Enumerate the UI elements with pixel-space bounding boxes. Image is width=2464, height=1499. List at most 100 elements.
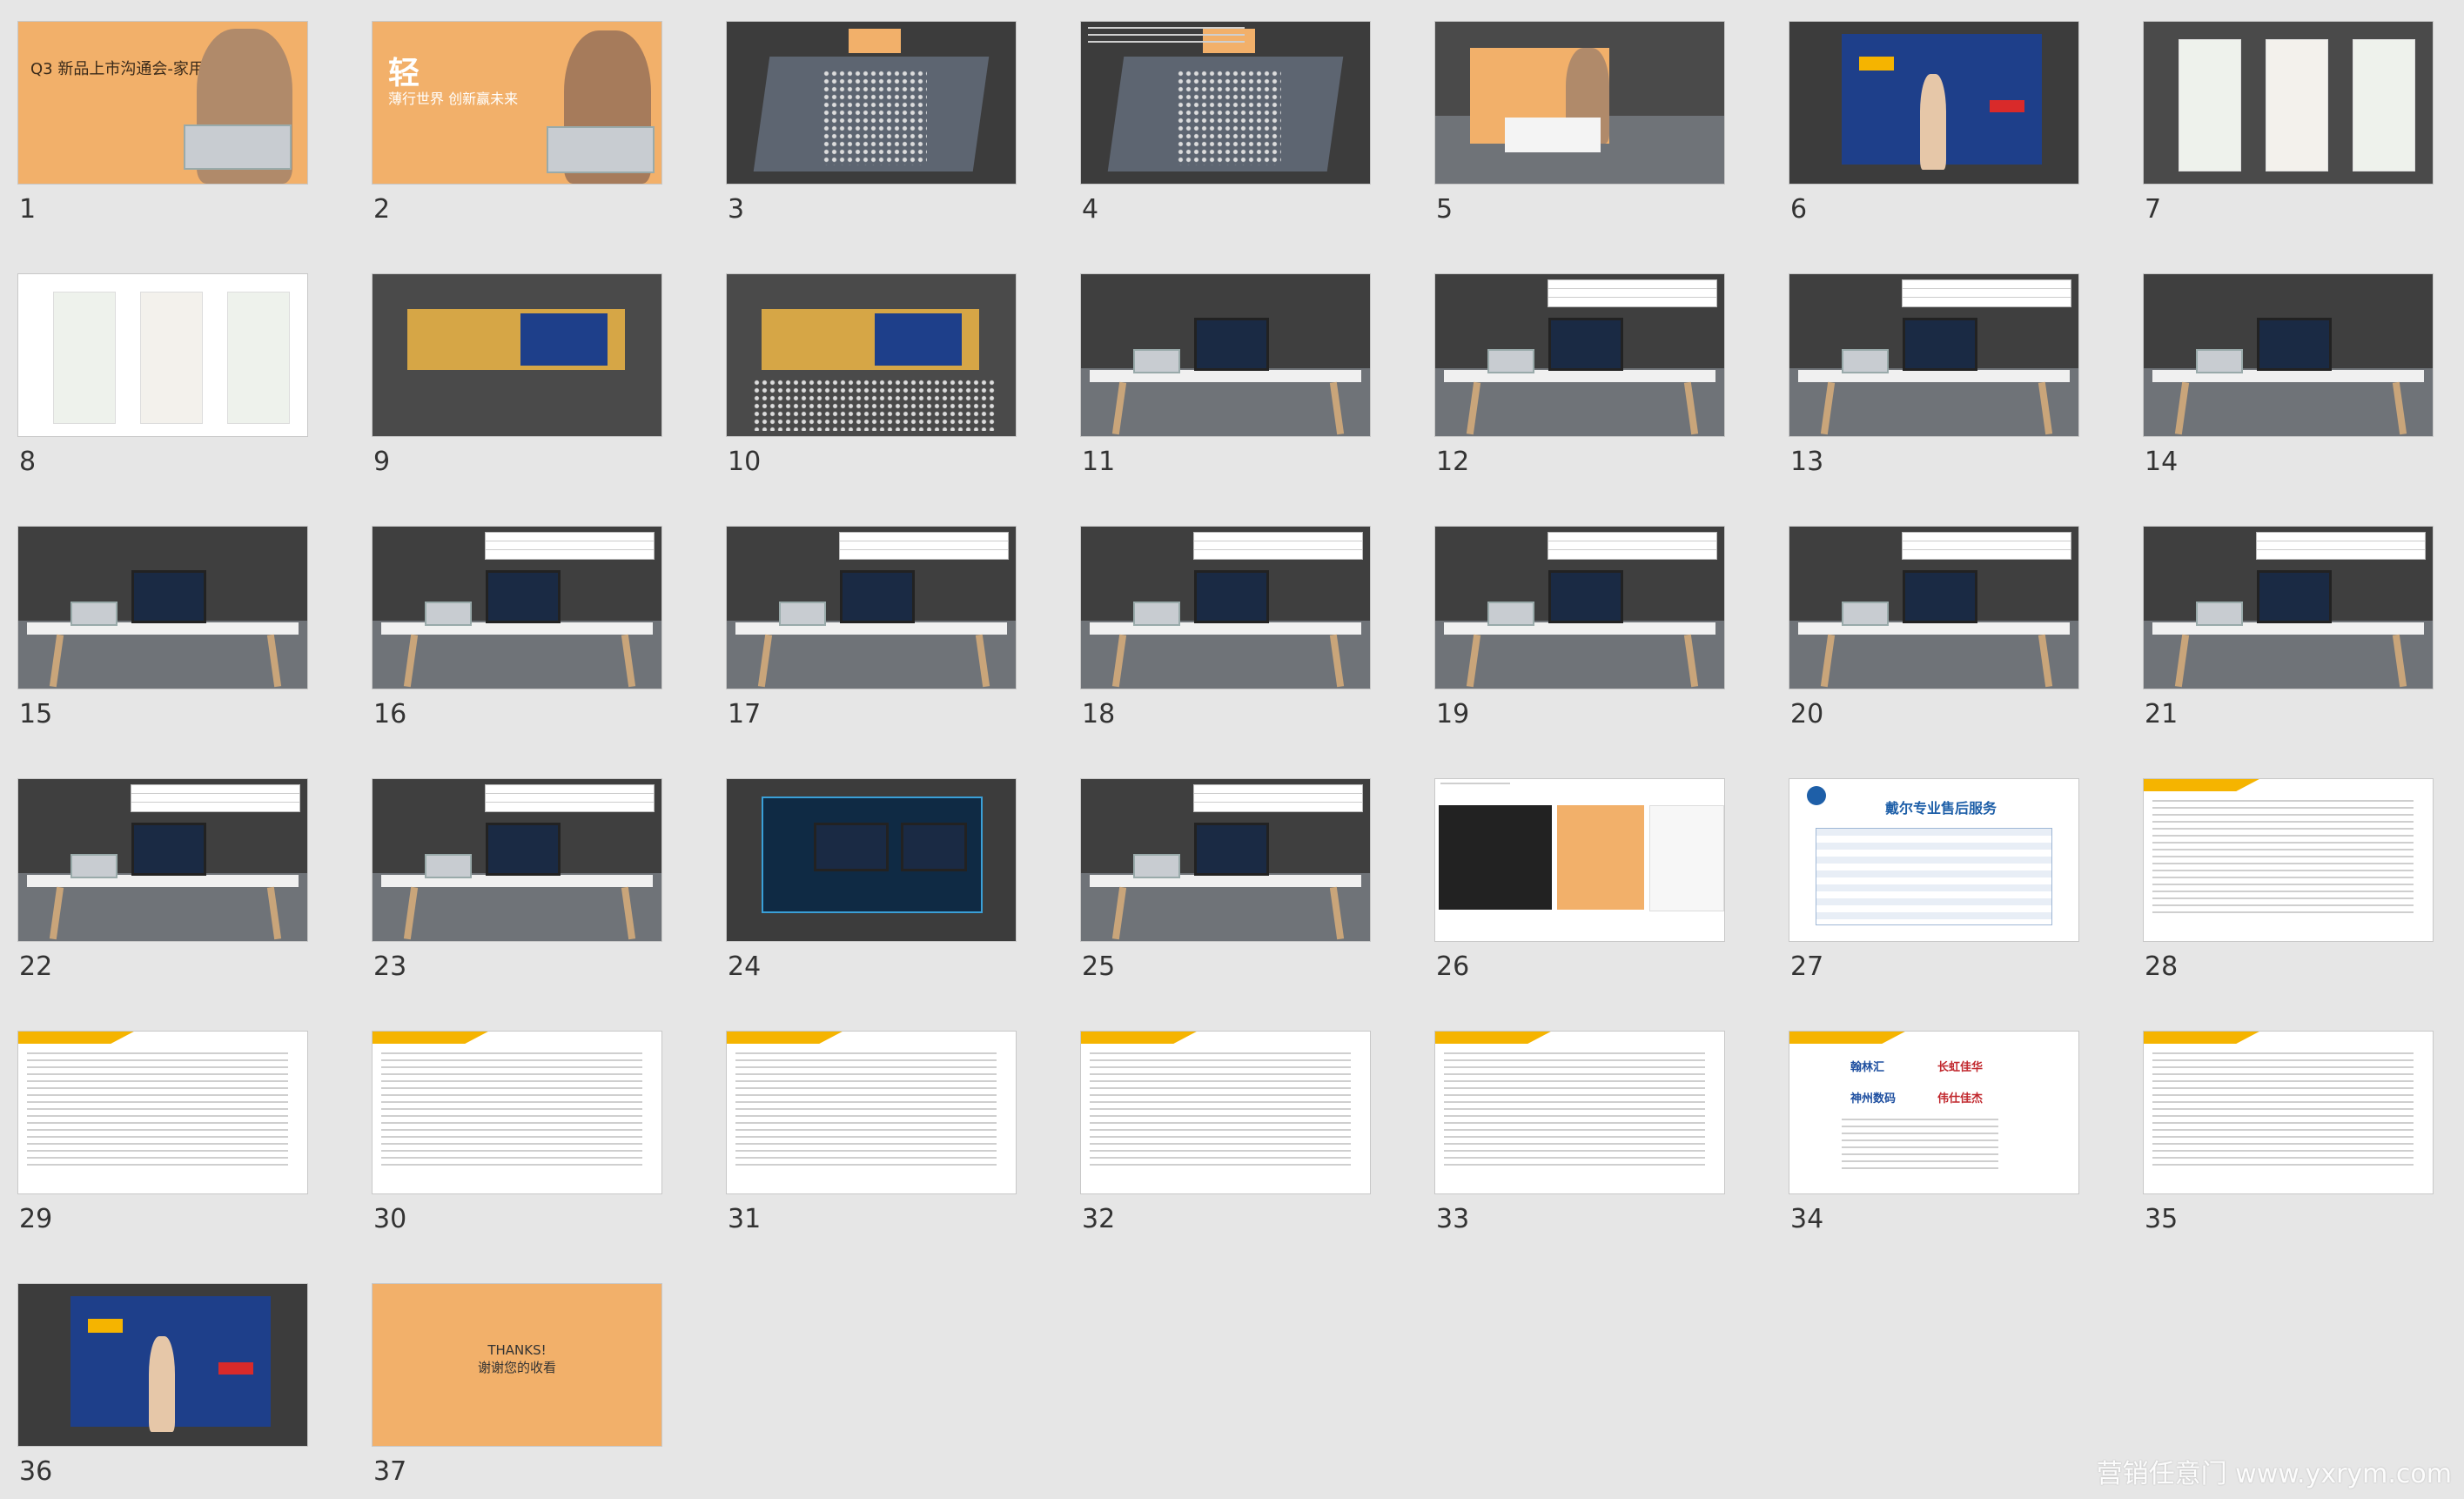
slide-thumbnail[interactable] [372,526,662,689]
product-laptop [2196,349,2243,373]
thanks-line: THANKS! [487,1342,547,1358]
poster-standee [53,292,116,424]
product-screen [131,570,206,623]
slide-number: 10 [728,447,762,477]
display-table [1089,622,1362,635]
header-accent [18,1032,134,1044]
slide-thumbnail[interactable] [1434,778,1725,942]
slide-number: 20 [1790,699,1824,729]
slide-number: 13 [1790,447,1824,477]
slide-thumbnail[interactable] [17,1283,308,1447]
body-text [1444,1052,1705,1166]
spec-table [1902,279,2071,307]
slide-cell: 15 [17,526,310,728]
slide-cell: 28 [2143,778,2435,980]
product-laptop [425,602,472,626]
slide-thumbnail[interactable] [1080,526,1371,689]
slide-thumbnail[interactable] [1789,526,2079,689]
slide-thumbnail[interactable] [726,526,1017,689]
slide-thumbnail[interactable] [372,273,662,437]
slide-cell: Q3 新品上市沟通会-家用 1 [17,21,310,223]
display-table [1797,622,2071,635]
slide-title: Q3 新品上市沟通会-家用 [30,60,205,78]
slide-thumbnail[interactable]: 翰林汇 长虹佳华 神州数码 伟仕佳杰 [1789,1031,2079,1194]
slide-number: 18 [1082,699,1116,729]
spec-table [485,532,655,560]
slide-thumbnail[interactable] [2143,273,2434,437]
body-text [1090,1052,1351,1166]
slide-number: 17 [728,699,762,729]
slide-thumbnail[interactable] [1434,1031,1725,1194]
thanks-text: THANKS! 谢谢您的收看 [373,1341,661,1376]
product-screen [1548,570,1623,623]
slide-thumbnail[interactable] [1434,21,1725,185]
slide-thumbnail[interactable] [1080,21,1371,185]
reception-desk [1505,118,1601,152]
product-screen [131,823,206,876]
product-screen [2257,570,2332,623]
slide-thumbnail[interactable]: Q3 新品上市沟通会-家用 [17,21,308,185]
slide-number: 9 [373,447,391,477]
slide-thumbnail[interactable] [372,778,662,942]
slide-thumbnail[interactable] [17,273,308,437]
slide-thumbnail[interactable] [726,273,1017,437]
slide-thumbnail[interactable] [726,1031,1017,1194]
slide-thumbnail[interactable] [17,1031,308,1194]
spec-table [485,784,655,812]
slide-cell: 9 [372,273,664,475]
slide-cell: 8 [17,273,310,475]
slide-thumbnail[interactable] [2143,778,2434,942]
slide-cell: 32 [1080,1031,1373,1233]
slide-thumbnail[interactable] [1789,21,2079,185]
display-table [380,875,654,887]
product-screen [2257,318,2332,371]
service-heading: 戴尔专业售后服务 [1885,800,1997,817]
slide-thumbnail[interactable] [17,526,308,689]
slide-thumbnail[interactable] [2143,21,2434,185]
poster-standee [2266,39,2328,171]
slide-thumbnail[interactable]: 戴尔专业售后服务 [1789,778,2079,942]
slide-thumbnail[interactable] [1080,273,1371,437]
slide-thumbnail[interactable] [372,1031,662,1194]
sign-red [1990,100,2024,112]
body-text [2152,1052,2414,1166]
slide-thumbnail[interactable] [1434,526,1725,689]
slide-cell: 4 [1080,21,1373,223]
slide-cell: 18 [1080,526,1373,728]
gaming-laptop-screen [814,823,889,871]
slide-thumbnail[interactable] [726,778,1017,942]
slide-thumbnail[interactable] [1080,778,1371,942]
laptop-image [184,124,292,170]
slide-thumbnail[interactable]: THANKS! 谢谢您的收看 [372,1283,662,1447]
slide-thumbnail[interactable] [1789,273,2079,437]
product-screen [1194,823,1269,876]
body-text [381,1052,642,1166]
slide-thumbnail[interactable] [726,21,1017,185]
gaming-monitor [901,823,967,871]
slide-cell: 26 [1434,778,1727,980]
slide-thumbnail[interactable] [17,778,308,942]
sign-red [218,1362,253,1375]
product-screen [1903,570,1977,623]
slide-number: 21 [2145,699,2179,729]
display-table [1797,370,2071,382]
slide-cell: THANKS! 谢谢您的收看 37 [372,1283,664,1485]
dell-logo-icon [1807,786,1826,805]
product-laptop [70,602,117,626]
slide-thumbnail[interactable] [1434,273,1725,437]
header-accent [727,1032,843,1044]
slide-number: 29 [19,1204,53,1234]
spec-table [839,532,1009,560]
spec-table [1193,532,1363,560]
slide-number: 35 [2145,1204,2179,1234]
slide-number: 16 [373,699,407,729]
display-table [1089,875,1362,887]
slide-thumbnail[interactable] [1080,1031,1371,1194]
slide-number: 32 [1082,1204,1116,1234]
stage-screen [849,29,901,53]
slide-thumbnail[interactable] [2143,526,2434,689]
slide-thumbnail[interactable]: 轻薄行世界 创新赢未来 [372,21,662,185]
watermark-text: 营销任意门 www.yxrym.com [2096,1459,2452,1489]
slide-cell: 17 [726,526,1018,728]
slide-thumbnail[interactable] [2143,1031,2434,1194]
